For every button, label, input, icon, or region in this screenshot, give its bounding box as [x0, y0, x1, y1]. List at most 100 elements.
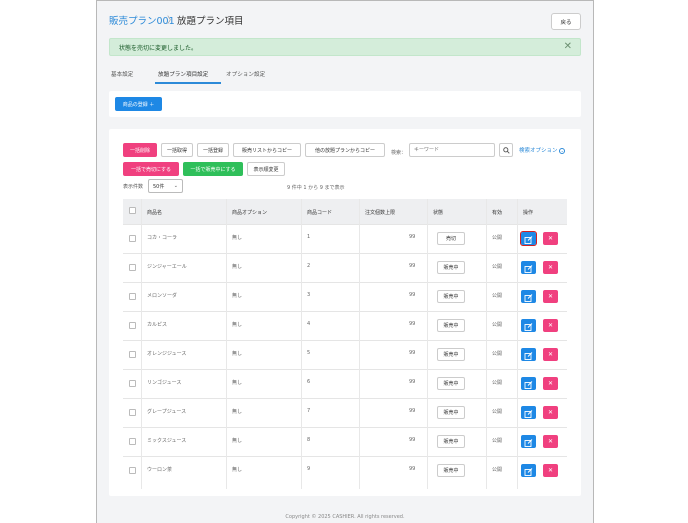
edit-button[interactable] [521, 348, 536, 361]
product-code: 8 [307, 437, 311, 443]
bulk-on-sale-button[interactable]: 一括で販売中にする [183, 162, 243, 176]
product-code: 1 [307, 234, 311, 240]
product-name: ウーロン茶 [147, 467, 173, 473]
search-label: 検索： [391, 150, 407, 156]
breadcrumb-link[interactable]: 販売プラン001 [109, 13, 175, 27]
product-option: 無し [232, 322, 243, 328]
tab-plan-items[interactable]: 放題プラン項目設定 [158, 70, 208, 78]
status-toggle-button[interactable]: 売切 [437, 232, 465, 245]
delete-button[interactable]: ✕ [543, 377, 558, 390]
row-checkbox[interactable] [129, 293, 136, 300]
row-checkbox[interactable] [129, 467, 136, 474]
edit-button[interactable] [521, 435, 536, 448]
enabled-status: 公開 [492, 235, 503, 241]
order-limit: 99 [409, 466, 416, 472]
edit-button[interactable] [521, 261, 536, 274]
table-row: コカ・コーラ 無し 1 99 売切 公開 ✕ [123, 224, 567, 253]
column-divider [427, 199, 428, 489]
bulk-register-button[interactable]: 一括登録 [197, 143, 229, 157]
edit-icon [524, 352, 533, 360]
product-code: 7 [307, 408, 311, 414]
edit-icon [524, 410, 533, 418]
edit-button[interactable] [519, 230, 538, 247]
bulk-delete-button[interactable]: 一括削除 [123, 143, 157, 157]
bulk-sold-out-button[interactable]: 一括で売切にする [123, 162, 179, 176]
register-product-button[interactable]: 商品の登録 ＋ [115, 97, 162, 111]
edit-button[interactable] [521, 377, 536, 390]
advanced-search-link[interactable]: 検索オプション ⌄ [519, 146, 566, 154]
tab-basic-settings[interactable]: 基本設定 [111, 70, 133, 78]
copy-from-sales-list-button[interactable]: 販売リストからコピー [233, 143, 301, 157]
order-limit: 99 [409, 321, 416, 327]
header-product-code: 商品コード [307, 210, 333, 216]
status-toggle-button[interactable]: 販売中 [437, 406, 465, 419]
delete-button[interactable]: ✕ [543, 319, 558, 332]
advanced-search-label: 検索オプション [519, 148, 558, 154]
select-all-checkbox[interactable] [129, 207, 136, 214]
order-limit: 99 [409, 379, 416, 385]
back-button[interactable]: 戻る [551, 13, 581, 30]
delete-button[interactable]: ✕ [543, 406, 558, 419]
edit-icon [524, 381, 533, 389]
row-checkbox[interactable] [129, 380, 136, 387]
edit-button[interactable] [521, 406, 536, 419]
chevron-down-icon: ⌄ [173, 183, 178, 189]
delete-button[interactable]: ✕ [543, 290, 558, 303]
close-icon: ✕ [547, 438, 554, 445]
edit-button[interactable] [521, 319, 536, 332]
product-code: 2 [307, 263, 311, 269]
delete-button[interactable]: ✕ [543, 261, 558, 274]
edit-button[interactable] [521, 290, 536, 303]
delete-button[interactable]: ✕ [543, 435, 558, 448]
copy-from-other-plan-button[interactable]: 他の放題プランからコピー [305, 143, 385, 157]
footer: Copyright © 2025 CASHIER. All rights res… [285, 514, 405, 520]
header-actions: 操作 [523, 210, 534, 216]
tab-option-settings[interactable]: オプション設定 [226, 70, 265, 78]
product-option: 無し [232, 235, 243, 241]
breadcrumb-separator: 〉 [167, 16, 177, 26]
enabled-status: 公開 [492, 380, 503, 386]
product-name: メロンソーダ [147, 293, 178, 299]
order-limit: 99 [409, 234, 416, 240]
close-icon[interactable]: ✕ [564, 41, 572, 52]
status-toggle-button[interactable]: 販売中 [437, 435, 465, 448]
row-checkbox[interactable] [129, 322, 136, 329]
delete-button[interactable]: ✕ [543, 232, 558, 245]
status-toggle-button[interactable]: 販売中 [437, 261, 465, 274]
product-code: 3 [307, 292, 311, 298]
header-product-name: 商品名 [147, 210, 163, 216]
per-page-select[interactable]: 50件 ⌄ [148, 179, 183, 193]
row-checkbox[interactable] [129, 409, 136, 416]
table-row: オレンジジュース 無し 5 99 販売中 公開 ✕ [123, 340, 567, 369]
product-code: 5 [307, 350, 311, 356]
column-divider [301, 199, 302, 489]
row-checkbox[interactable] [129, 235, 136, 242]
product-option: 無し [232, 409, 243, 415]
status-toggle-button[interactable]: 販売中 [437, 348, 465, 361]
table-row: グレープジュース 無し 7 99 販売中 公開 ✕ [123, 398, 567, 427]
header-status: 状態 [433, 210, 444, 216]
column-divider [359, 199, 360, 489]
row-checkbox[interactable] [129, 351, 136, 358]
delete-button[interactable]: ✕ [543, 464, 558, 477]
status-toggle-button[interactable]: 販売中 [437, 290, 465, 303]
reorder-button[interactable]: 表示順変更 [247, 162, 285, 176]
edit-icon [524, 294, 533, 302]
row-checkbox[interactable] [129, 438, 136, 445]
edit-button[interactable] [521, 464, 536, 477]
search-button[interactable] [499, 143, 513, 157]
status-toggle-button[interactable]: 販売中 [437, 319, 465, 332]
close-icon: ✕ [547, 264, 554, 271]
status-toggle-button[interactable]: 販売中 [437, 377, 465, 390]
product-name: ジンジャーエール [147, 264, 187, 270]
column-divider [486, 199, 487, 489]
delete-button[interactable]: ✕ [543, 348, 558, 361]
product-name: オレンジジュース [147, 351, 187, 357]
alert-message: 状態を売切に変更しました。 [119, 45, 198, 52]
status-toggle-button[interactable]: 販売中 [437, 464, 465, 477]
range-info: 9 件中 1 から 9 まで表示 [287, 185, 345, 191]
search-input[interactable] [409, 143, 495, 157]
row-checkbox[interactable] [129, 264, 136, 271]
bulk-get-button[interactable]: 一括取得 [161, 143, 193, 157]
product-option: 無し [232, 380, 243, 386]
